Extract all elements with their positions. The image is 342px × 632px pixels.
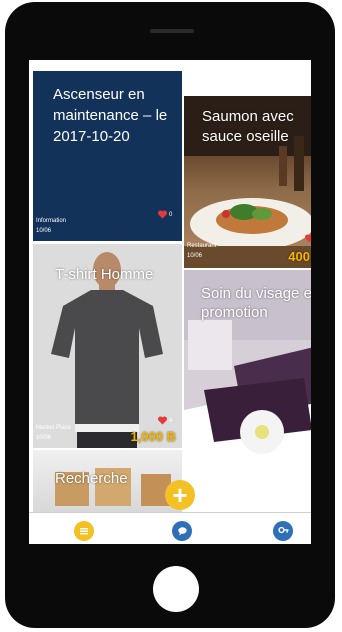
heart-icon: [305, 234, 311, 243]
like-counter[interactable]: 0: [157, 210, 172, 219]
like-count: 4: [169, 417, 173, 424]
tile-tshirt[interactable]: T-shirt Homme Market Place 10/06 4 1,000…: [33, 244, 182, 448]
tile-category: Information: [36, 218, 67, 224]
like-counter[interactable]: 10: [304, 234, 311, 243]
phone-frame: Ascenseur en maintenance – le 2017-10-20…: [5, 2, 335, 628]
chat-icon: [177, 527, 187, 536]
tab-feed[interactable]: [74, 521, 94, 541]
tab-messages[interactable]: [172, 521, 192, 541]
tile-category: Restaurant: [187, 243, 217, 249]
tile-price: 1,000 B: [130, 429, 176, 444]
tab-access[interactable]: [273, 521, 293, 541]
plus-icon: +: [172, 480, 188, 510]
tile-date: 10/06: [36, 435, 52, 441]
like-count: 0: [169, 211, 173, 218]
tile-search[interactable]: Recherche: [33, 450, 182, 512]
speaker: [150, 29, 194, 33]
like-counter[interactable]: 4: [157, 416, 172, 425]
tile-title: T-shirt Homme: [55, 266, 154, 283]
tile-date: 10/06: [187, 253, 203, 259]
list-icon: [80, 528, 88, 535]
tile-date: 10/06: [36, 228, 52, 234]
tile-title: Recherche: [55, 470, 128, 487]
home-button[interactable]: [153, 566, 199, 612]
key-icon: [277, 526, 288, 534]
bottom-tab-bar: [29, 512, 311, 544]
tile-spa[interactable]: Soin du visage en promotion: [184, 270, 311, 490]
heart-icon: [158, 416, 167, 425]
tile-title: Soin du visage en promotion: [201, 285, 311, 321]
tile-category: Market Place: [36, 425, 72, 431]
tile-information[interactable]: Ascenseur en maintenance – le 2017-10-20…: [33, 71, 182, 241]
tile-price: 400 B: [288, 249, 311, 264]
tile-title: Ascenseur en maintenance – le 2017-10-20: [53, 86, 168, 145]
heart-icon: [158, 210, 167, 219]
app-screen: Ascenseur en maintenance – le 2017-10-20…: [29, 60, 311, 544]
tile-restaurant[interactable]: Saumon avec sauce oseille P Restaurant 1…: [184, 96, 311, 268]
tile-title: Saumon avec sauce oseille: [202, 108, 294, 145]
add-button[interactable]: +: [165, 480, 195, 510]
